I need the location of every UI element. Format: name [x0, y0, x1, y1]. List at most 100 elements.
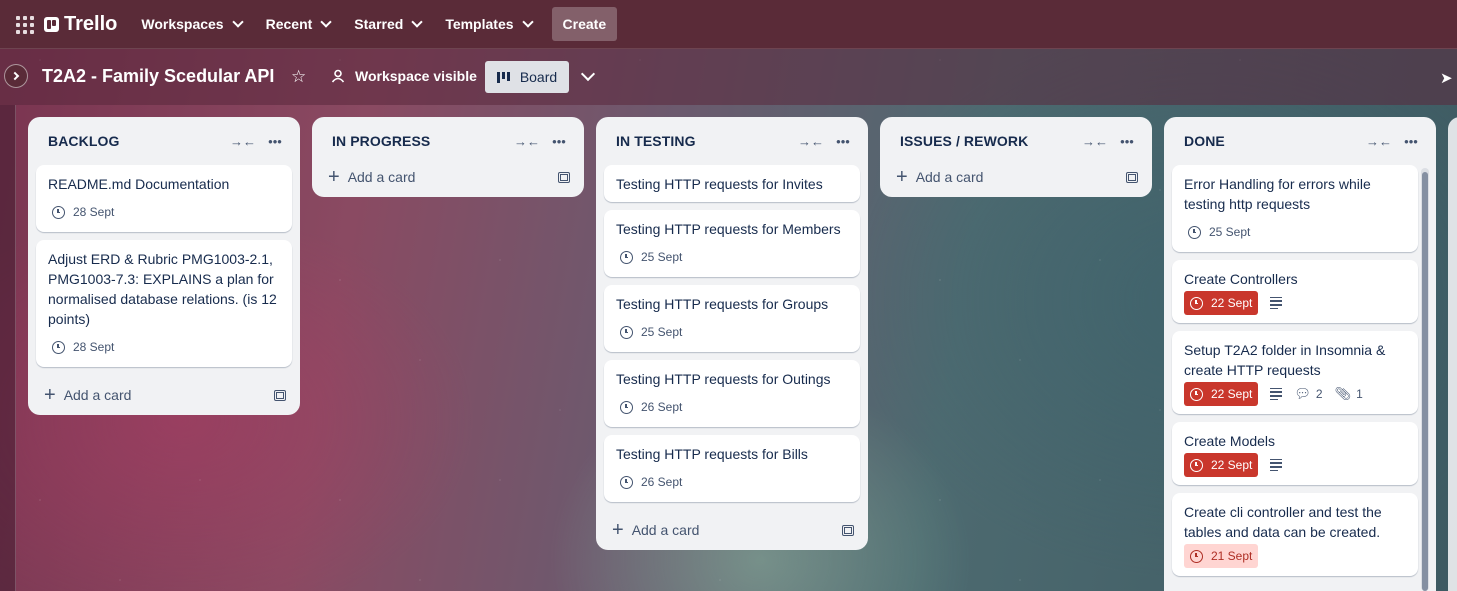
nav-label: Templates: [445, 16, 514, 32]
collapse-list-icon[interactable]: →←: [1082, 128, 1108, 154]
list-in-progress: IN PROGRESS →← ••• + Add a card: [312, 117, 584, 197]
card-title: Testing HTTP requests for Outings: [616, 371, 831, 387]
card-template-icon[interactable]: [274, 389, 286, 401]
card-title: Create Controllers: [1184, 271, 1298, 287]
comments-count: 2: [1315, 387, 1323, 401]
attachments-badge: 📎︎ 1: [1335, 384, 1363, 404]
share-icon[interactable]: ➤: [1440, 69, 1453, 87]
list-menu-icon[interactable]: •••: [830, 128, 856, 154]
list-title[interactable]: IN TESTING: [616, 133, 792, 149]
due-soon-date-badge[interactable]: 21 Sept: [1184, 544, 1259, 568]
card-title: Testing HTTP requests for Groups: [616, 296, 829, 312]
card[interactable]: Create Controllers 22 Sept: [1172, 260, 1418, 323]
card-title: README.md Documentation: [48, 176, 230, 192]
create-button[interactable]: Create: [551, 7, 618, 41]
due-date-badge: 25 Sept: [616, 245, 686, 269]
card-template-icon[interactable]: [1126, 171, 1138, 183]
card-template-icon[interactable]: [558, 171, 570, 183]
plus-icon: +: [44, 384, 56, 406]
add-card-label: Add a card: [915, 169, 984, 185]
card[interactable]: Testing HTTP requests for Members 25 Sep…: [604, 210, 860, 277]
card-title: Create cli controller and test the table…: [1184, 504, 1382, 540]
card[interactable]: Testing HTTP requests for Invites: [604, 165, 860, 202]
add-card-label: Add a card: [347, 169, 416, 185]
list-menu-icon[interactable]: •••: [1114, 128, 1140, 154]
nav-label: Recent: [265, 16, 313, 32]
card[interactable]: Adjust ERD & Rubric PMG1003-2.1, PMG1003…: [36, 240, 292, 367]
list-menu-icon[interactable]: •••: [1398, 128, 1424, 154]
top-navigation-bar: Trello Workspaces Recent Starred Templat…: [0, 0, 1457, 49]
collapse-list-icon[interactable]: →←: [1366, 128, 1392, 154]
due-date-label: 22 Sept: [1211, 458, 1253, 472]
list-header: IN TESTING →← •••: [596, 117, 868, 165]
list-header: DONE →← •••: [1164, 117, 1436, 165]
due-date-badge: 26 Sept: [616, 470, 686, 494]
plus-icon: +: [896, 166, 908, 188]
due-date-badge: 28 Sept: [48, 200, 118, 224]
overdue-date-badge[interactable]: 22 Sept: [1184, 291, 1259, 315]
card-title: Testing HTTP requests for Members: [616, 221, 841, 237]
due-date-label: 22 Sept: [1211, 387, 1253, 401]
card[interactable]: Testing HTTP requests for Outings 26 Sep…: [604, 360, 860, 427]
clock-icon: [1190, 296, 1203, 310]
card-template-icon[interactable]: [842, 524, 854, 536]
add-card-button[interactable]: + Add a card: [596, 510, 868, 550]
card[interactable]: Create cli controller and test the table…: [1172, 493, 1418, 576]
add-card-button[interactable]: + Add a card: [880, 157, 1152, 197]
card[interactable]: Create Models 22 Sept: [1172, 422, 1418, 485]
overdue-date-badge[interactable]: 22 Sept: [1184, 382, 1259, 406]
visibility-label: Workspace visible: [355, 68, 477, 84]
view-switcher-chevron-icon[interactable]: [580, 66, 596, 82]
card[interactable]: README.md Documentation 28 Sept: [36, 165, 292, 232]
card-title: Testing HTTP requests for Invites: [616, 176, 823, 192]
plus-icon: +: [328, 166, 340, 188]
overdue-date-badge[interactable]: 22 Sept: [1184, 453, 1259, 477]
card[interactable]: Setup T2A2 folder in Insomnia & create H…: [1172, 331, 1418, 414]
nav-templates[interactable]: Templates: [435, 8, 541, 40]
board-view-button[interactable]: Board: [485, 61, 569, 93]
nav-starred[interactable]: Starred: [344, 8, 431, 40]
collapse-list-icon[interactable]: →←: [514, 128, 540, 154]
list-scrollbar-thumb[interactable]: [1422, 172, 1428, 591]
clock-icon: [620, 475, 633, 489]
board-title[interactable]: T2A2 - Family Scedular API: [42, 66, 274, 87]
visibility-button[interactable]: Workspace visible: [331, 68, 477, 84]
collapsed-sidebar[interactable]: [0, 105, 16, 591]
card[interactable]: Error Handling for errors while testing …: [1172, 165, 1418, 252]
chevron-down-icon: [320, 16, 332, 28]
star-icon[interactable]: ☆: [291, 67, 306, 87]
view-label: Board: [519, 69, 558, 85]
due-date-label: 22 Sept: [1211, 296, 1253, 310]
card[interactable]: Testing HTTP requests for Bills 26 Sept: [604, 435, 860, 502]
list-title[interactable]: IN PROGRESS: [332, 133, 508, 149]
clock-icon: [52, 205, 65, 219]
list-issues-rework: ISSUES / REWORK →← ••• + Add a card: [880, 117, 1152, 197]
due-date-label: 25 Sept: [1209, 225, 1251, 239]
due-date-label: 25 Sept: [641, 250, 683, 264]
nav-label: Workspaces: [141, 16, 224, 32]
card-title: Testing HTTP requests for Bills: [616, 446, 808, 462]
nav-workspaces[interactable]: Workspaces: [131, 8, 251, 40]
plus-icon: +: [612, 519, 624, 541]
app-switcher-icon[interactable]: [14, 14, 34, 34]
list-menu-icon[interactable]: •••: [262, 128, 288, 154]
card-title: Setup T2A2 folder in Insomnia & create H…: [1184, 342, 1386, 378]
expand-sidebar-button[interactable]: [4, 64, 28, 88]
card[interactable]: Testing HTTP requests for Groups 25 Sept: [604, 285, 860, 352]
comments-badge: 💬︎ 2: [1294, 384, 1322, 404]
add-card-button[interactable]: + Add a card: [312, 157, 584, 197]
clock-icon: [52, 340, 65, 354]
nav-label: Starred: [354, 16, 404, 32]
list-in-testing: IN TESTING →← ••• Testing HTTP requests …: [596, 117, 868, 550]
add-card-button[interactable]: + Add a card: [28, 375, 300, 415]
list-title[interactable]: BACKLOG: [48, 133, 224, 149]
due-date-label: 28 Sept: [73, 340, 115, 354]
list-menu-icon[interactable]: •••: [546, 128, 572, 154]
clock-icon: [1188, 225, 1201, 239]
trello-logo[interactable]: Trello: [44, 13, 117, 36]
list-title[interactable]: DONE: [1184, 133, 1360, 149]
collapse-list-icon[interactable]: →←: [230, 128, 256, 154]
nav-recent[interactable]: Recent: [256, 8, 341, 40]
collapse-list-icon[interactable]: →←: [798, 128, 824, 154]
list-title[interactable]: ISSUES / REWORK: [900, 133, 1076, 149]
